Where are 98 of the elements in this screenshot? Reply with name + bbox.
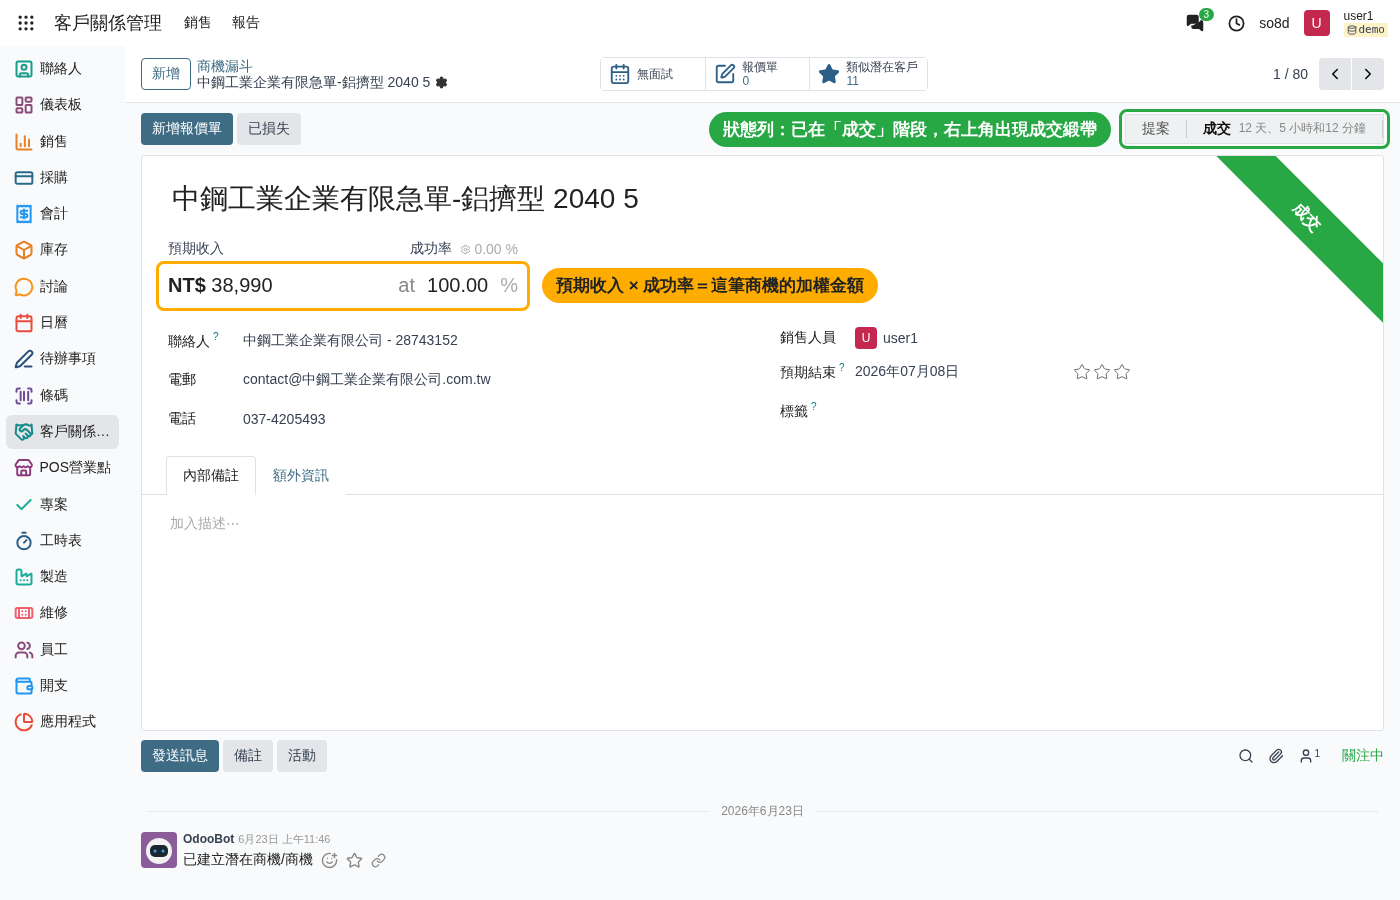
chatter-button[interactable]: 活動: [277, 740, 327, 772]
at-label: at: [398, 274, 416, 297]
calendar-icon: [14, 313, 34, 334]
pie-icon: [14, 712, 34, 733]
chat-bubble-icon: [14, 276, 34, 297]
sidebar-item[interactable]: 專案: [6, 487, 119, 522]
chatter-button[interactable]: 備註: [223, 740, 273, 772]
annotation-callout: 狀態列：已在「成交」階段，右上角出現成交緞帶: [708, 111, 1111, 147]
paperclip-icon[interactable]: [1268, 748, 1285, 764]
star-icon: [818, 63, 841, 85]
sidebar-item[interactable]: 維修: [6, 596, 119, 631]
action-button[interactable]: 已損失: [237, 113, 301, 145]
probability-value: 100.00: [427, 274, 489, 297]
menu-item[interactable]: 銷售: [184, 14, 212, 32]
field-label: 聯絡人 $^{?}$: [168, 330, 220, 351]
edit-icon: [714, 63, 737, 85]
field-value: 037-4205493: [243, 410, 326, 427]
handshake-icon: [14, 421, 34, 442]
sidebar-item[interactable]: 員工: [6, 632, 119, 667]
followers-count: 1: [1314, 748, 1320, 761]
bar-chart-icon: [14, 131, 34, 152]
sidebar-item[interactable]: 討論: [6, 269, 119, 304]
new-button[interactable]: 新增: [141, 58, 191, 90]
sidebar-item[interactable]: 會計: [6, 197, 119, 232]
field-value: 2026年07月08日: [855, 363, 961, 381]
app-title: 客戶關係管理: [54, 12, 162, 35]
auto-probability: 0.00 %: [460, 240, 518, 258]
person-card-icon: [14, 59, 34, 79]
barcode-icon: [14, 385, 34, 406]
clock-icon[interactable]: [1228, 14, 1246, 32]
message-author: OdooBot: [183, 832, 235, 846]
smart-button[interactable]: 類似潛在客戶 11: [809, 58, 928, 90]
field-value: contact@中鋼工業企業有限公司.com.tw: [243, 370, 491, 389]
add-reaction-icon[interactable]: [320, 851, 338, 869]
sidebar-item[interactable]: 銷售: [6, 124, 119, 159]
messages-icon[interactable]: [1186, 14, 1205, 32]
action-button[interactable]: 新增報價單: [141, 113, 233, 145]
user-avatar[interactable]: U: [1303, 10, 1330, 36]
message-text: 已建立潛在商機/商機: [183, 851, 313, 869]
message-time: 6月23日 上午11:46: [238, 832, 331, 847]
sidebar-item[interactable]: 條碼: [6, 378, 119, 413]
user-avatar: U: [855, 327, 877, 349]
sidebar-item[interactable]: 應用程式: [6, 705, 119, 740]
status-stage[interactable]: 成交 12 天、5 小時和12 分鐘: [1186, 120, 1383, 138]
factory-icon: [14, 567, 34, 588]
wallet-icon: [14, 676, 34, 697]
star-icon[interactable]: [345, 851, 363, 869]
bot-avatar: [141, 832, 177, 868]
link-icon[interactable]: [370, 852, 386, 868]
field-label: 銷售人員: [780, 329, 837, 347]
field-label: 標籤 $^{?}$: [780, 401, 818, 421]
annotation-callout: 預期收入 × 成功率＝這筆商機的加權金額: [542, 268, 879, 303]
record-name: 中鋼工業企業有限急單-鋁擠型 2040 5: [197, 74, 431, 90]
db-badge: demo: [1343, 23, 1388, 37]
status-stage[interactable]: 提案: [1125, 120, 1187, 138]
people-icon: [14, 639, 34, 660]
menu-item[interactable]: 報告: [232, 14, 260, 32]
pager-text: 1 / 80: [1272, 66, 1308, 82]
database-name: so8d: [1259, 15, 1290, 31]
calendar-icon: [609, 63, 632, 85]
dashboard-icon: [14, 95, 34, 116]
pen-icon: [14, 349, 34, 370]
store-icon: [14, 458, 34, 479]
sidebar-item[interactable]: 待辦事項: [6, 342, 119, 377]
sidebar-item[interactable]: 儀表板: [6, 88, 119, 123]
sidebar-item[interactable]: POS營業點: [6, 451, 119, 486]
percent-sign: %: [500, 274, 518, 297]
sidebar-item[interactable]: 開支: [6, 669, 119, 704]
field-label: 電郵: [168, 370, 197, 389]
field-label: 預期結束 $^{?}$: [780, 362, 846, 382]
priority-stars[interactable]: [1073, 363, 1131, 381]
notebook-tab[interactable]: 內部備註: [166, 456, 256, 495]
sidebar-item[interactable]: 工時表: [6, 523, 119, 558]
record-title: 中鋼工業企業有限急單-鋁擠型 2040 5: [172, 182, 639, 216]
user-name: user1: [1343, 9, 1375, 23]
sidebar-item[interactable]: 聯絡人: [6, 52, 119, 86]
sidebar-item[interactable]: 採購: [6, 160, 119, 195]
search-icon[interactable]: [1238, 748, 1255, 764]
settings-icon[interactable]: [435, 75, 449, 89]
apps-menu-icon[interactable]: [16, 13, 36, 33]
sidebar-item[interactable]: 客戶關係…: [6, 414, 119, 449]
date-separator: 2026年6月23日: [147, 803, 1378, 820]
field-value: 中鋼工業企業有限公司 - 28743152: [243, 331, 458, 350]
cube-icon: [14, 240, 34, 261]
sidebar-item[interactable]: 日曆: [6, 306, 119, 341]
receipt-icon: [14, 204, 34, 225]
chatter-button[interactable]: 發送訊息: [141, 740, 219, 772]
revenue-value: NT$ 38,990: [168, 274, 273, 297]
field-label: 預期收入: [168, 240, 224, 258]
database-icon: [1346, 25, 1357, 35]
breadcrumb-link[interactable]: 商機漏斗: [197, 58, 449, 74]
message-count-badge: 3: [1198, 8, 1215, 21]
field-value: user1: [883, 330, 919, 346]
sidebar-item[interactable]: 製造: [6, 560, 119, 595]
field-label: 電話: [168, 409, 197, 428]
field-label: 成功率: [410, 240, 453, 258]
timer-icon: [14, 530, 34, 551]
sidebar-item[interactable]: 庫存: [6, 233, 119, 268]
